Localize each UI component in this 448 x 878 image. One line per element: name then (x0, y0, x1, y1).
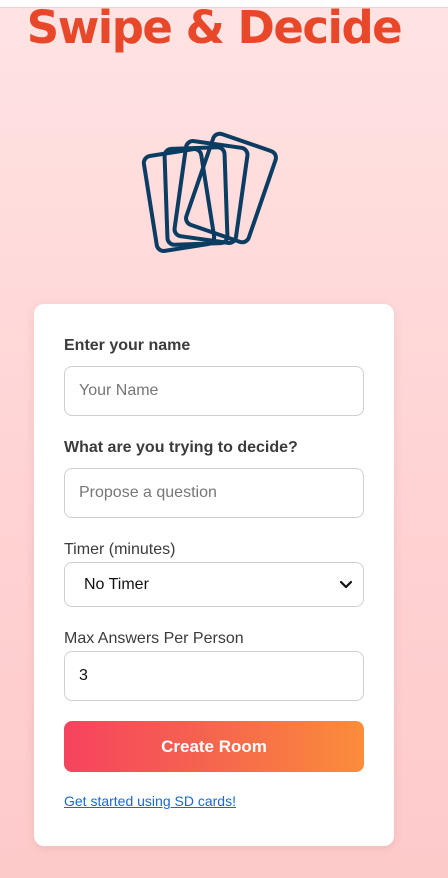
name-label: Enter your name (64, 337, 191, 354)
create-room-button[interactable]: Create Room (64, 721, 364, 772)
timer-select-value: No Timer (84, 575, 149, 593)
app-title: Swipe & Decide (26, 1, 403, 54)
max-answers-input[interactable] (64, 651, 364, 701)
max-answers-label: Max Answers Per Person (64, 630, 244, 647)
question-label: What are you trying to decide? (64, 439, 298, 456)
question-input[interactable] (64, 468, 364, 518)
get-started-link[interactable]: Get started using SD cards! (64, 793, 236, 809)
create-room-form: Enter your name What are you trying to d… (34, 304, 394, 846)
timer-label: Timer (minutes) (64, 541, 176, 558)
chevron-down-icon (339, 580, 353, 588)
timer-select[interactable]: No Timer (64, 562, 364, 607)
cards-stack-icon (141, 131, 278, 253)
name-input[interactable] (64, 366, 364, 416)
